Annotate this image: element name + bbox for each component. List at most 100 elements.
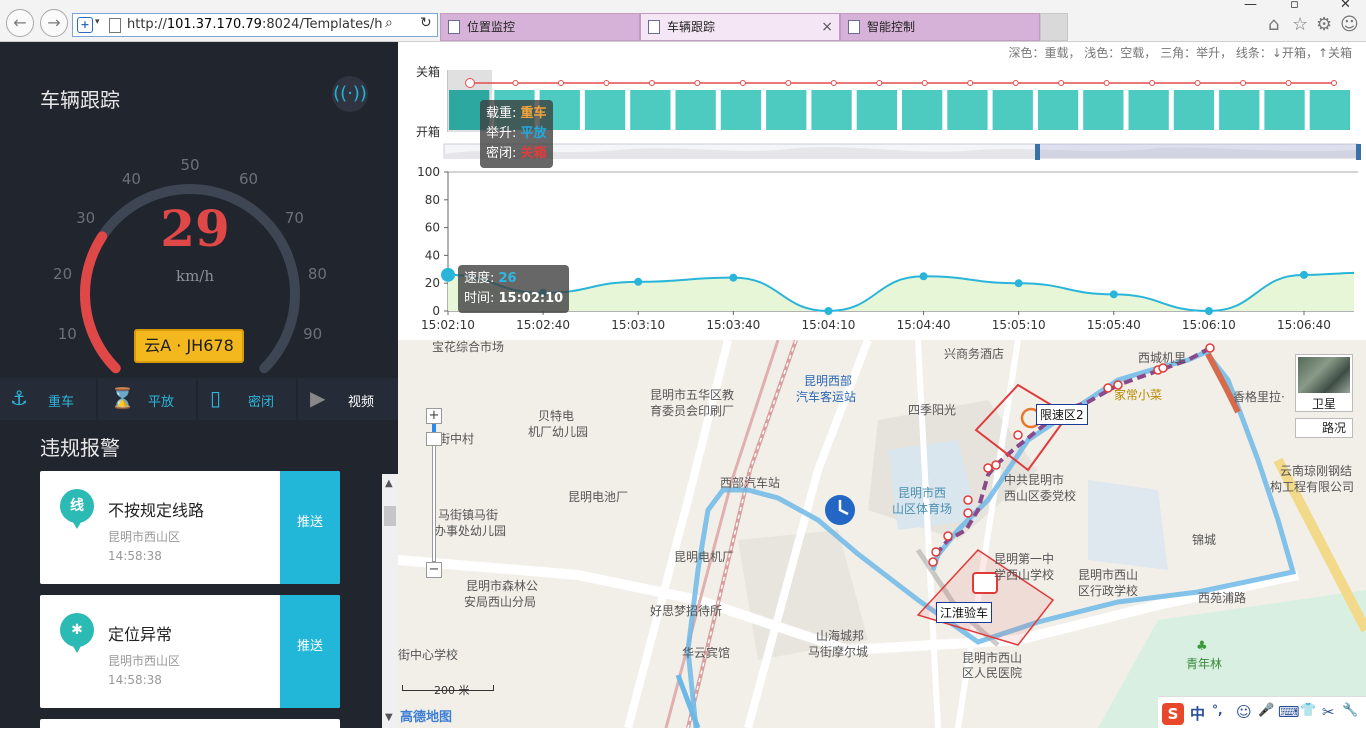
close-point [1331, 80, 1337, 86]
satellite-toggle[interactable]: 卫星 [1295, 354, 1353, 412]
zoom-control[interactable]: + − [426, 408, 442, 578]
gear-icon[interactable]: ⚙ [1316, 14, 1332, 35]
ime-punct[interactable]: °, [1212, 703, 1223, 717]
ime-keyboard-icon[interactable]: ⌨ [1278, 703, 1300, 721]
status-video[interactable]: ▶ 视频 [300, 378, 398, 420]
status-bar-mark [947, 90, 988, 130]
map-label: 昆明西部 [804, 374, 853, 388]
speed-point [919, 272, 928, 281]
alarm-card[interactable]: 线 不按规定线路 昆明市西山区 14:58:38 推送 [40, 471, 340, 584]
ime-tools-icon[interactable]: 🔧 [1342, 703, 1358, 718]
page-icon [109, 18, 121, 33]
tab-position-monitor[interactable]: 位置监控 [440, 13, 640, 41]
zoom-handle-left [1035, 144, 1040, 160]
ime-toolbar[interactable]: S 中 °, ☺ 🎤 ⌨ 👕 ✂ 🔧 [1158, 696, 1366, 728]
star-icon[interactable]: ☆ [1292, 14, 1308, 35]
x-tick-label: 15:02:40 [516, 318, 570, 332]
home-icon[interactable]: ⌂ [1268, 14, 1279, 35]
close-point [921, 80, 928, 86]
map-label: 西山区委党校 [1004, 489, 1077, 503]
address-bar[interactable]: + ▾ http://101.37.170.79:8024/Templates/… [72, 13, 438, 37]
close-point [465, 78, 475, 88]
window-close-icon[interactable]: ✕ [1340, 0, 1351, 12]
status-bar-mark [1083, 90, 1124, 130]
status-seal[interactable]: ▯ 密闭 [200, 378, 298, 420]
status-label: 重车 [48, 395, 75, 410]
map-label: 区人民医院 [962, 666, 1023, 680]
page-icon [848, 20, 860, 34]
status-lift[interactable]: ⌛ 平放 [100, 378, 198, 420]
map-view[interactable]: ♣ 宝花综合市场 昆明市五华区教 育委员会印刷厂 昆明西部 汽车客运站 兴商务酒… [398, 340, 1366, 728]
shield-icon[interactable]: + [77, 17, 93, 33]
alarm-location: 昆明市西山区 [108, 530, 181, 544]
speed-unit: km/h [175, 267, 215, 285]
route-pin-icon: 线 [60, 489, 94, 539]
speed-point [1109, 290, 1118, 299]
smiley-icon[interactable]: ☺ [1340, 14, 1359, 35]
push-button[interactable]: 推送 [280, 471, 340, 584]
wifi-icon[interactable]: ((·)) [332, 76, 368, 112]
map-label: 马街镇马街 [438, 508, 499, 522]
sogou-icon[interactable]: S [1162, 703, 1184, 725]
url-text[interactable]: http://101.37.170.79:8024/Templates/home [127, 17, 383, 32]
map-label: 昆明市西山 [1078, 568, 1139, 582]
status-bar-mark [992, 90, 1033, 130]
close-point [1149, 80, 1156, 86]
maximize-icon[interactable]: ▫ [1290, 0, 1299, 12]
map-label: 构工程有限公司 [1270, 480, 1355, 494]
ime-lang[interactable]: 中 [1190, 703, 1205, 724]
status-bar-mark [720, 90, 762, 130]
zoom-out-button[interactable]: − [426, 562, 442, 578]
gauge-tick-label: 50 [180, 156, 199, 174]
y-tick-label: 100 [417, 165, 440, 179]
traffic-toggle[interactable]: 路况 [1295, 418, 1353, 438]
ime-emoji-icon[interactable]: ☺ [1236, 703, 1252, 721]
speed-zone-label[interactable]: 限速区2 [1036, 404, 1088, 425]
vehicle-panel: 车辆跟踪 ((·)) 10 20 30 40 50 60 70 80 90 29 km/h 云A… [0, 42, 398, 739]
push-button[interactable]: 推送 [280, 595, 340, 708]
refresh-icon[interactable]: ↻ [420, 15, 432, 31]
ime-skin-icon[interactable]: 👕 [1300, 703, 1316, 718]
forward-button[interactable]: → [40, 9, 68, 37]
tab-vehicle-tracking[interactable]: 车辆跟踪 × [640, 13, 840, 41]
close-point [1194, 80, 1201, 86]
status-load[interactable]: ⚓ 重车 [0, 378, 98, 420]
speed-point [1300, 270, 1308, 279]
alarm-scrollbar[interactable]: ▲ ▼ [382, 474, 398, 728]
ime-mic-icon[interactable]: 🎤 [1258, 703, 1274, 718]
play-icon: ▶ [310, 386, 326, 410]
search-icon[interactable]: ⌕ [385, 15, 393, 31]
alarm-card[interactable] [40, 719, 340, 739]
ime-scissors-icon[interactable]: ✂ [1322, 703, 1335, 721]
new-tab-button[interactable] [1040, 13, 1068, 41]
map-label: 家常小菜 [1114, 388, 1163, 402]
zoom-handle[interactable] [426, 432, 442, 446]
map-label: 青年林 [1186, 657, 1223, 671]
map-label: 好思梦招待所 [650, 604, 723, 618]
close-icon[interactable]: × [821, 14, 833, 40]
tab-label: 车辆跟踪 [667, 20, 716, 34]
chevron-down-icon[interactable]: ▼ [385, 712, 393, 723]
close-point [967, 80, 974, 86]
chevron-down-icon[interactable]: ▾ [95, 17, 100, 27]
close-point [830, 80, 837, 86]
alarm-card[interactable]: ✱ 定位异常 昆明市西山区 14:58:38 推送 [40, 595, 340, 708]
back-button[interactable]: ← [6, 9, 34, 37]
status-bar-mark [584, 90, 626, 130]
x-tick-label: 15:06:10 [1182, 318, 1236, 332]
map-label: 机厂幼儿园 [528, 425, 589, 439]
chevron-up-icon[interactable]: ▲ [385, 478, 393, 489]
map-label: 中共昆明市 [1004, 473, 1065, 487]
zoom-handle-right [1356, 144, 1361, 160]
map-label: 昆明市西山 [962, 651, 1023, 665]
x-tick-label: 15:03:40 [706, 318, 760, 332]
gauge-fill [80, 231, 121, 374]
zoom-in-button[interactable]: + [426, 408, 442, 424]
y-label-close: 关箱 [416, 64, 440, 79]
scroll-thumb[interactable] [384, 506, 396, 526]
y-label-open: 开箱 [416, 124, 440, 139]
minimize-icon[interactable]: — [1244, 0, 1257, 12]
map-label: 山区体育场 [892, 502, 953, 516]
tab-smart-control[interactable]: 智能控制 [840, 13, 1040, 41]
check-zone-label[interactable]: 江淮验车 [936, 602, 993, 623]
